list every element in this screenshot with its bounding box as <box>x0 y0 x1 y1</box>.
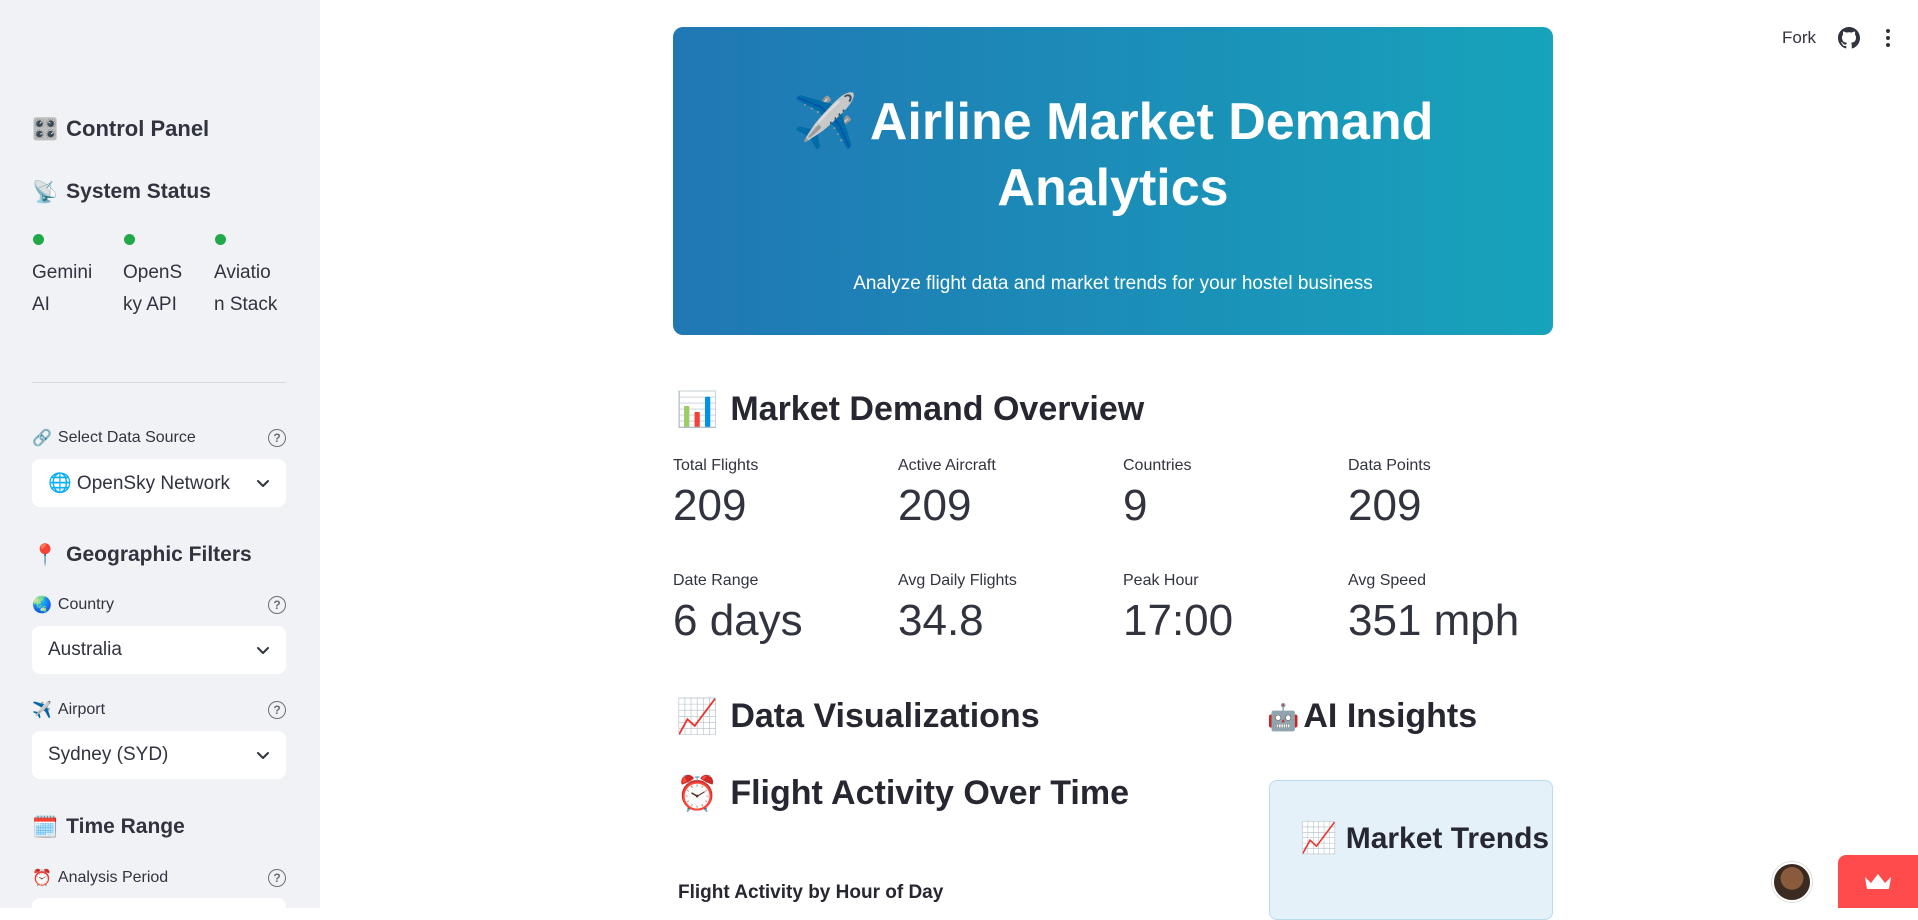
pin-icon: 📍 <box>32 543 59 567</box>
market-trends-title: 📈 Market Trends <box>1300 822 1550 855</box>
metric-data-points: Data Points 209 <box>1348 457 1431 530</box>
visualizations-heading: 📈 Data Visualizations <box>676 697 1040 736</box>
ai-insights-heading: 🤖 AI Insights <box>1267 697 1478 735</box>
analysis-period-select[interactable] <box>32 898 286 908</box>
airport-select[interactable]: Sydney (SYD) <box>32 731 286 779</box>
sidebar-title: 🎛️ Control Panel <box>32 116 210 141</box>
hero-banner: ✈️ Airline Market Demand Analytics Analy… <box>673 27 1553 335</box>
status-item-aviationstack: Aviation Stack <box>214 234 294 321</box>
market-trends-card: 📈 Market Trends <box>1269 780 1553 920</box>
chevron-down-icon <box>257 647 269 654</box>
control-knobs-icon: 🎛️ <box>32 117 59 141</box>
link-icon: 🔗 <box>32 430 52 447</box>
analysis-period-label: ⏰ Analysis Period ? <box>32 868 286 888</box>
metric-total-flights: Total Flights 209 <box>673 457 759 530</box>
system-status-heading: 📡 System Status <box>32 180 211 204</box>
help-icon[interactable]: ? <box>268 429 286 447</box>
help-icon[interactable]: ? <box>268 869 286 887</box>
time-range-heading: 🗓️ Time Range <box>32 815 185 839</box>
chart-title: Flight Activity by Hour of Day <box>678 882 944 903</box>
sidebar: 🎛️ Control Panel 📡 System Status Gemini … <box>0 0 320 908</box>
fork-button[interactable]: Fork <box>1782 28 1816 48</box>
metric-avg-speed: Avg Speed 351 mph <box>1348 572 1520 645</box>
robot-icon: 🤖 <box>1267 701 1300 732</box>
metric-countries: Countries 9 <box>1123 457 1192 530</box>
overview-heading: 📊 Market Demand Overview <box>676 390 1145 429</box>
country-label: 🌏 Country ? <box>32 595 286 615</box>
alarm-clock-icon: ⏰ <box>32 870 52 887</box>
data-source-label: 🔗 Select Data Source ? <box>32 428 286 448</box>
top-toolbar: Fork <box>1718 0 1918 76</box>
calendar-icon: 🗓️ <box>32 815 59 839</box>
help-icon[interactable]: ? <box>268 596 286 614</box>
sidebar-divider <box>32 382 286 383</box>
main-menu-icon[interactable] <box>1882 27 1894 49</box>
avatar[interactable] <box>1772 862 1812 902</box>
satellite-antenna-icon: 📡 <box>32 180 59 204</box>
status-item-opensky: OpenSky API <box>123 234 203 321</box>
data-source-select[interactable]: 🌐 OpenSky Network <box>32 459 286 507</box>
airport-label: ✈️ Airport ? <box>32 700 286 720</box>
line-chart-icon: 📈 <box>1300 822 1338 855</box>
status-item-gemini: Gemini AI <box>32 234 112 321</box>
globe-icon: 🌏 <box>32 597 52 614</box>
page-subtitle: Analyze flight data and market trends fo… <box>853 273 1373 294</box>
status-dot-icon <box>215 234 226 245</box>
chevron-down-icon <box>257 480 269 487</box>
chevron-down-icon <box>257 752 269 759</box>
metric-peak-hour: Peak Hour 17:00 <box>1123 572 1234 645</box>
status-dot-icon <box>33 234 44 245</box>
bar-chart-icon: 📊 <box>676 390 719 429</box>
streamlit-crown-button[interactable] <box>1838 855 1918 908</box>
flight-activity-heading: ⏰ Flight Activity Over Time <box>676 774 1129 813</box>
metric-avg-daily-flights: Avg Daily Flights 34.8 <box>898 572 1017 645</box>
github-icon[interactable] <box>1838 27 1860 49</box>
status-dot-icon <box>124 234 135 245</box>
airplane-icon: ✈️ <box>32 702 52 719</box>
alarm-clock-icon: ⏰ <box>676 774 719 813</box>
geographic-filters-heading: 📍 Geographic Filters <box>32 543 252 567</box>
country-select[interactable]: Australia <box>32 626 286 674</box>
metric-date-range: Date Range 6 days <box>673 572 803 645</box>
page-title: ✈️ Airline Market Demand Analytics <box>792 93 1434 217</box>
help-icon[interactable]: ? <box>268 701 286 719</box>
line-chart-icon: 📈 <box>676 697 719 736</box>
metric-active-aircraft: Active Aircraft 209 <box>898 457 996 530</box>
crown-icon <box>1865 873 1891 889</box>
